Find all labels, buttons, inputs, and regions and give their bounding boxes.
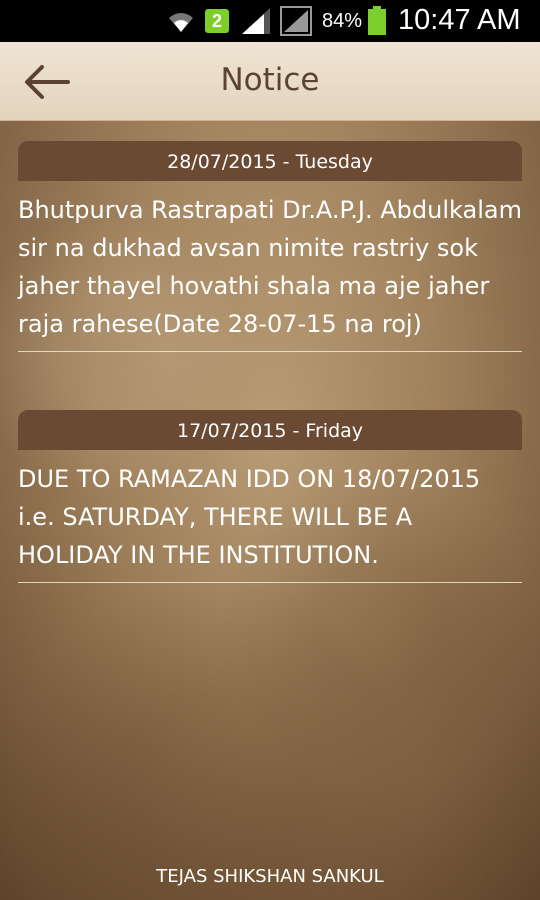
clock: 10:47 AM	[398, 4, 521, 36]
signal-icon-secondary	[280, 6, 312, 36]
battery-percent: 84%	[322, 10, 363, 32]
signal-icon	[242, 8, 270, 34]
notice-item: 17/07/2015 - Friday DUE TO RAMAZAN IDD O…	[18, 410, 522, 583]
wifi-icon	[169, 13, 193, 32]
notice-text: Bhutpurva Rastrapati Dr.A.P.J. Abdulkala…	[18, 196, 522, 338]
notice-date: 17/07/2015 - Friday	[18, 410, 522, 450]
notification-badge: 2	[205, 9, 229, 33]
page-title: Notice	[220, 62, 320, 98]
divider	[18, 582, 522, 583]
notice-date: 28/07/2015 - Tuesday	[18, 141, 522, 181]
app-header: Notice	[0, 42, 540, 121]
footer-label: TEJAS SHIKSHAN SANKUL	[156, 866, 384, 887]
divider	[18, 351, 522, 352]
notice-text: DUE TO RAMAZAN IDD ON 18/07/2015 i.e. SA…	[18, 465, 481, 569]
status-bar: 2 84% 10:47 AM	[0, 0, 540, 42]
notice-item: 28/07/2015 - Tuesday Bhutpurva Rastrapat…	[18, 141, 522, 352]
battery-icon	[368, 6, 386, 35]
